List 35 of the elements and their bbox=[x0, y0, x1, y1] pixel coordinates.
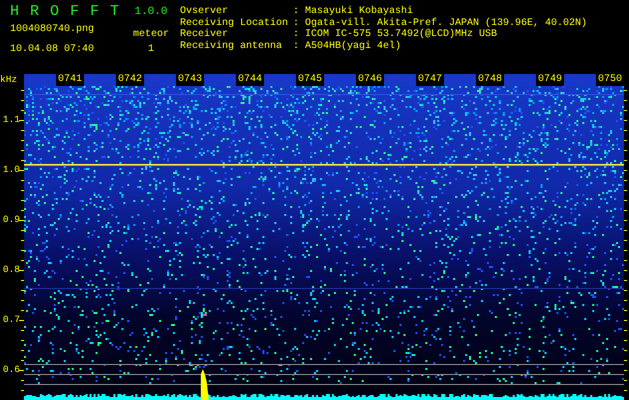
file-name: 1004080740.png bbox=[10, 24, 96, 36]
time-label: 0748 bbox=[476, 74, 504, 86]
y-tick-label: 0.6 bbox=[2, 364, 20, 376]
info-value: ICOM IC-575 53.7492(@LCD)MHz USB bbox=[305, 29, 498, 40]
info-value: Ogata-vill. Akita-Pref. JAPAN (139.96E, 40.02N) bbox=[305, 18, 588, 28]
time-label: 0743 bbox=[176, 74, 204, 86]
time-label: 0747 bbox=[416, 74, 444, 86]
info-label: Receiving Location bbox=[180, 18, 290, 28]
info-separator: : bbox=[293, 18, 300, 29]
meteor-label: meteor bbox=[132, 29, 169, 40]
y-tick-label: 0.9 bbox=[2, 214, 20, 226]
time-label: 0750 bbox=[596, 74, 624, 86]
time-label: 0744 bbox=[236, 74, 264, 86]
time-label: 0746 bbox=[356, 74, 384, 86]
y-tick-label: 0.7 bbox=[2, 314, 20, 326]
info-separator: : bbox=[293, 6, 300, 18]
info-label: Receiver bbox=[180, 29, 230, 40]
info-value: A504HB(yagi 4el) bbox=[305, 40, 402, 52]
info-separator: : bbox=[293, 29, 300, 40]
y-tick-label: 1.0 bbox=[2, 164, 20, 176]
timestamp: 10.04.08 07:40 bbox=[10, 44, 96, 55]
info-label: Receiving antenna bbox=[180, 40, 284, 52]
y-tick-label: 0.8 bbox=[2, 264, 20, 276]
version-label: 1.0.0 bbox=[134, 5, 168, 19]
time-label: 0742 bbox=[116, 74, 144, 86]
meteor-count: 1 bbox=[148, 44, 154, 55]
time-label: 0741 bbox=[56, 74, 84, 86]
time-label: 0745 bbox=[296, 74, 324, 86]
y-tick-label: 1.1 bbox=[2, 114, 20, 126]
app-title: H R O F F T bbox=[10, 4, 122, 20]
info-label: Ovserver bbox=[180, 6, 230, 18]
time-label: 0749 bbox=[536, 74, 564, 86]
info-value: Masayuki Kobayashi bbox=[305, 6, 414, 18]
info-separator: : bbox=[293, 40, 300, 52]
axis-unit-label: kHz bbox=[0, 74, 18, 86]
